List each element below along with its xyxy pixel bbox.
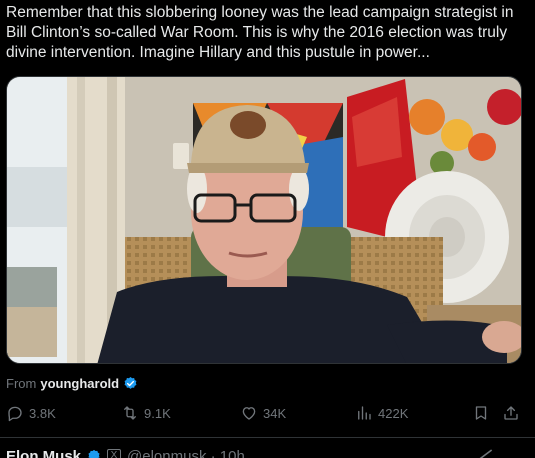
grok-icon[interactable]	[475, 448, 495, 458]
views-icon	[358, 406, 371, 420]
bookmark-icon	[475, 406, 487, 420]
video-frame	[7, 77, 521, 363]
tweet-text: Remember that this slobbering looney was…	[6, 4, 514, 61]
views-count: 422K	[378, 405, 409, 421]
like-icon	[242, 407, 256, 420]
x-logo-icon: X	[107, 449, 122, 458]
tweet-action-bar: 3.8K 9.1K 34K 422K	[0, 400, 535, 426]
repost-icon	[124, 406, 136, 420]
next-post-meta: @elonmusk · 10h	[127, 447, 245, 458]
share-icon	[504, 406, 518, 420]
post-divider	[0, 437, 535, 438]
reply-icon	[8, 406, 22, 422]
reply-button[interactable]: 3.8K	[6, 400, 56, 426]
bookmark-button[interactable]	[472, 400, 490, 426]
next-post-author-name[interactable]: Elon Musk	[6, 448, 81, 458]
like-button[interactable]: 34K	[240, 400, 286, 426]
verified-badge-icon	[88, 449, 100, 458]
share-button[interactable]	[502, 400, 520, 426]
repost-button[interactable]: 9.1K	[121, 400, 171, 426]
reply-count: 3.8K	[29, 405, 56, 421]
verified-badge-icon	[124, 376, 137, 389]
repost-count: 9.1K	[144, 405, 171, 421]
video-attribution: From youngharold	[6, 374, 138, 392]
embedded-video[interactable]	[6, 76, 522, 364]
like-count: 34K	[263, 405, 287, 421]
attribution-prefix: From	[6, 375, 37, 391]
attribution-handle-link[interactable]: youngharold	[40, 376, 119, 391]
views-button[interactable]: 422K	[355, 400, 408, 426]
next-post-header[interactable]: Elon Musk X @elonmusk · 10h	[6, 446, 245, 458]
